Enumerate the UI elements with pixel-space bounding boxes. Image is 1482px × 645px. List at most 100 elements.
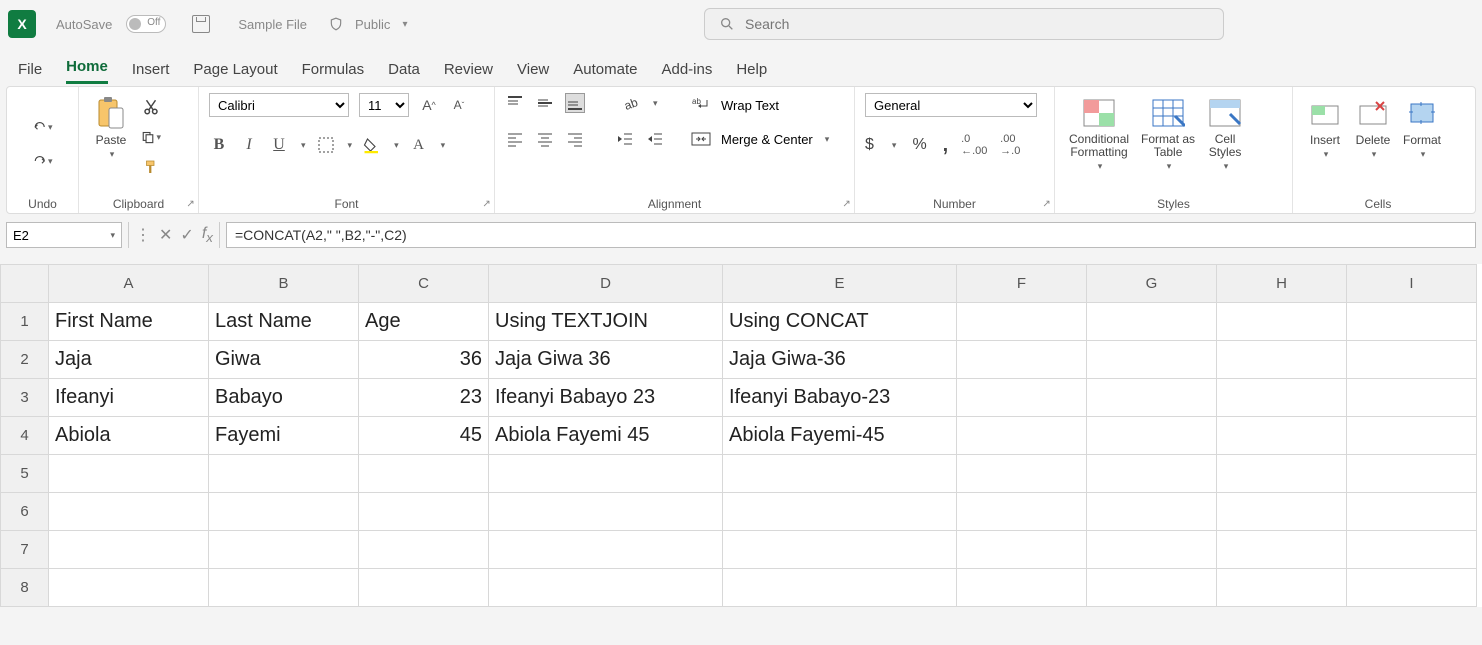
cell[interactable] bbox=[1347, 417, 1477, 455]
autosave-toggle[interactable]: Off bbox=[126, 15, 166, 33]
formula-input[interactable]: =CONCAT(A2," ",B2,"-",C2) bbox=[226, 222, 1476, 248]
format-painter-button[interactable] bbox=[141, 157, 161, 177]
formula-expand-icon[interactable]: ⋮ bbox=[135, 225, 151, 245]
name-box[interactable]: E2 ▾ bbox=[6, 222, 122, 248]
tab-insert[interactable]: Insert bbox=[132, 61, 170, 84]
cell[interactable]: Abiola Fayemi 45 bbox=[489, 417, 723, 455]
cell[interactable] bbox=[209, 569, 359, 607]
row-header[interactable]: 1 bbox=[1, 303, 49, 341]
cell[interactable] bbox=[1087, 493, 1217, 531]
cell[interactable] bbox=[1347, 531, 1477, 569]
tab-formulas[interactable]: Formulas bbox=[302, 61, 365, 84]
cell[interactable]: 45 bbox=[359, 417, 489, 455]
row-header[interactable]: 8 bbox=[1, 569, 49, 607]
font-name-select[interactable]: Calibri bbox=[209, 93, 349, 117]
cancel-formula-button[interactable]: ✕ bbox=[159, 225, 172, 245]
cell[interactable] bbox=[359, 455, 489, 493]
dialog-launcher-icon[interactable]: ↗ bbox=[840, 199, 851, 207]
font-size-select[interactable]: 11 bbox=[359, 93, 409, 117]
cell[interactable] bbox=[489, 569, 723, 607]
spreadsheet-grid[interactable]: A B C D E F G H I 1 First Name Last Name… bbox=[0, 264, 1482, 607]
cut-button[interactable] bbox=[141, 97, 161, 117]
cell[interactable] bbox=[957, 531, 1087, 569]
cell[interactable] bbox=[957, 341, 1087, 379]
cell[interactable] bbox=[1347, 303, 1477, 341]
decrease-font-button[interactable]: Aˇ bbox=[449, 95, 469, 115]
tab-view[interactable]: View bbox=[517, 61, 549, 84]
cell[interactable]: First Name bbox=[49, 303, 209, 341]
row-header[interactable]: 3 bbox=[1, 379, 49, 417]
col-header[interactable]: B bbox=[209, 265, 359, 303]
col-header[interactable]: F bbox=[957, 265, 1087, 303]
cell[interactable] bbox=[359, 531, 489, 569]
cell[interactable] bbox=[1347, 455, 1477, 493]
cell[interactable]: Jaja bbox=[49, 341, 209, 379]
cell[interactable]: Babayo bbox=[209, 379, 359, 417]
dialog-launcher-icon[interactable]: ↗ bbox=[480, 199, 491, 207]
cell[interactable] bbox=[723, 455, 957, 493]
cell[interactable]: Abiola Fayemi-45 bbox=[723, 417, 957, 455]
cell[interactable] bbox=[1217, 493, 1347, 531]
cell[interactable] bbox=[1087, 455, 1217, 493]
insert-cells-button[interactable]: Insert▾ bbox=[1303, 93, 1347, 162]
accounting-format-button[interactable]: $ bbox=[865, 136, 874, 154]
increase-font-button[interactable]: A^ bbox=[419, 95, 439, 115]
comma-format-button[interactable]: , bbox=[943, 140, 949, 150]
search-input[interactable] bbox=[745, 16, 1209, 32]
paste-button[interactable]: Paste▾ bbox=[89, 93, 133, 162]
cell[interactable]: Ifeanyi Babayo 23 bbox=[489, 379, 723, 417]
cell-styles-button[interactable]: Cell Styles▾ bbox=[1203, 93, 1247, 174]
underline-button[interactable]: U bbox=[269, 135, 289, 155]
cell[interactable] bbox=[209, 531, 359, 569]
percent-format-button[interactable]: % bbox=[912, 136, 926, 154]
cell[interactable] bbox=[957, 455, 1087, 493]
chevron-down-icon[interactable]: ▾ bbox=[110, 230, 115, 241]
tab-data[interactable]: Data bbox=[388, 61, 420, 84]
col-header[interactable]: I bbox=[1347, 265, 1477, 303]
cell[interactable] bbox=[723, 569, 957, 607]
select-all-corner[interactable] bbox=[1, 265, 49, 303]
undo-button[interactable]: ▾ bbox=[33, 117, 53, 137]
cell[interactable]: 36 bbox=[359, 341, 489, 379]
format-as-table-button[interactable]: Format as Table▾ bbox=[1137, 93, 1199, 174]
italic-button[interactable]: I bbox=[239, 135, 259, 155]
cell[interactable] bbox=[957, 493, 1087, 531]
cell[interactable]: Jaja Giwa 36 bbox=[489, 341, 723, 379]
copy-button[interactable]: ▾ bbox=[141, 127, 161, 147]
align-center-button[interactable] bbox=[535, 129, 555, 149]
cell[interactable]: Abiola bbox=[49, 417, 209, 455]
cell[interactable]: Using CONCAT bbox=[723, 303, 957, 341]
cell[interactable] bbox=[957, 379, 1087, 417]
col-header[interactable]: H bbox=[1217, 265, 1347, 303]
align-bottom-button[interactable] bbox=[565, 93, 585, 113]
tab-help[interactable]: Help bbox=[736, 61, 767, 84]
row-header[interactable]: 6 bbox=[1, 493, 49, 531]
cell[interactable] bbox=[1347, 493, 1477, 531]
cell[interactable] bbox=[1087, 531, 1217, 569]
border-button[interactable] bbox=[316, 135, 336, 155]
search-box[interactable] bbox=[704, 8, 1224, 40]
cell[interactable] bbox=[49, 569, 209, 607]
cell[interactable] bbox=[1217, 341, 1347, 379]
cell[interactable] bbox=[49, 531, 209, 569]
cell[interactable]: Ifeanyi Babayo-23 bbox=[723, 379, 957, 417]
cell[interactable] bbox=[49, 455, 209, 493]
orientation-button[interactable]: ab bbox=[621, 93, 641, 113]
cell[interactable]: Jaja Giwa-36 bbox=[723, 341, 957, 379]
cell[interactable] bbox=[1217, 379, 1347, 417]
tab-page-layout[interactable]: Page Layout bbox=[193, 61, 277, 84]
cell[interactable]: Giwa bbox=[209, 341, 359, 379]
cell[interactable] bbox=[1087, 341, 1217, 379]
cell[interactable]: 23 bbox=[359, 379, 489, 417]
tab-addins[interactable]: Add-ins bbox=[661, 61, 712, 84]
cell[interactable] bbox=[489, 493, 723, 531]
cell[interactable] bbox=[1217, 455, 1347, 493]
cell[interactable] bbox=[957, 569, 1087, 607]
row-header[interactable]: 4 bbox=[1, 417, 49, 455]
cell[interactable] bbox=[359, 569, 489, 607]
delete-cells-button[interactable]: Delete▾ bbox=[1351, 93, 1395, 162]
file-name[interactable]: Sample File bbox=[238, 17, 307, 32]
col-header[interactable]: C bbox=[359, 265, 489, 303]
cell[interactable] bbox=[209, 493, 359, 531]
cell[interactable]: Ifeanyi bbox=[49, 379, 209, 417]
